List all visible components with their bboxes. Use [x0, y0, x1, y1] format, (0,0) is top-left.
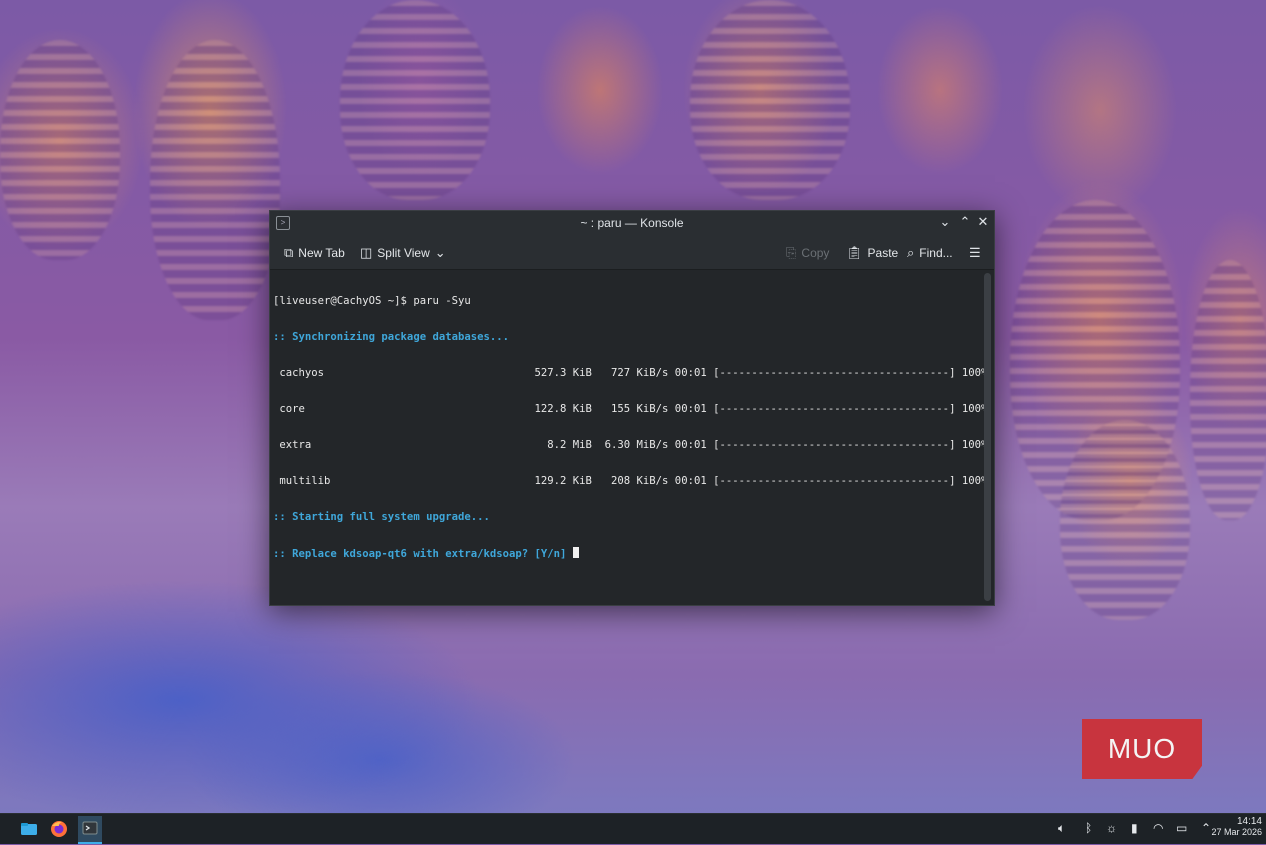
battery-icon[interactable]: ▭ [1176, 821, 1187, 835]
app-launcher-button[interactable] [0, 820, 6, 838]
terminal-replace-text: :: Replace kdsoap-qt6 with extra/kdsoap?… [273, 548, 573, 560]
copy-label: Copy [801, 246, 830, 260]
wallpaper-shape [0, 40, 120, 260]
close-button[interactable]: ✕ [974, 214, 992, 230]
split-view-icon: ◫ [360, 245, 373, 260]
maximize-button[interactable]: ⌃ [956, 214, 974, 230]
paste-label: Paste [867, 246, 899, 260]
terminal-repo-line: multilib 129.2 KiB 208 KiB/s 00:01 [----… [273, 475, 988, 487]
brightness-icon[interactable]: ☼ [1106, 821, 1117, 835]
terminal-repo-line: core 122.8 KiB 155 KiB/s 00:01 [--------… [273, 403, 988, 415]
taskbar: 🔈︎ ᛒ ☼ ▮ ◠ ▭ ⌃ 14:14 27 Mar 2026 [0, 813, 1266, 844]
konsole-window[interactable]: > ~ : paru — Konsole ⌄ ⌃ ✕ ⧉ New Tab ◫ S… [269, 210, 995, 606]
new-tab-icon: ⧉ [284, 245, 294, 260]
split-view-label: Split View [377, 246, 430, 260]
wallpaper-shape [690, 0, 850, 200]
find-button[interactable]: ⌕ Find... [907, 245, 953, 261]
tray-expand-icon[interactable]: ⌃ [1201, 821, 1211, 835]
clock-date: 27 Mar 2026 [1211, 827, 1262, 837]
folder-icon [21, 823, 37, 835]
wallpaper-shape [1190, 260, 1266, 520]
copy-button[interactable]: ⎘ Copy [786, 245, 829, 261]
window-titlebar[interactable]: > ~ : paru — Konsole ⌄ ⌃ ✕ [270, 211, 994, 235]
new-tab-label: New Tab [298, 246, 345, 260]
firefox-button[interactable] [50, 820, 68, 838]
file-manager-button[interactable] [20, 820, 38, 838]
bluetooth-icon[interactable]: ᛒ [1085, 821, 1092, 835]
terminal-upgrade-line: :: Starting full system upgrade... [273, 511, 490, 523]
window-title: ~ : paru — Konsole [580, 216, 684, 230]
device-notifier-icon[interactable]: ▮ [1131, 821, 1138, 835]
search-icon: ⌕ [907, 245, 915, 260]
new-tab-button[interactable]: ⧉ New Tab [284, 245, 345, 261]
terminal-output[interactable]: [liveuser@CachyOS ~]$ paru -Syu :: Synch… [270, 270, 988, 605]
chevron-up-icon: ⌃ [959, 214, 971, 229]
minimize-button[interactable]: ⌄ [936, 214, 954, 230]
paste-icon: 📋︎ [846, 245, 863, 260]
konsole-toolbar: ⧉ New Tab ◫ Split View ⌄ ⎘ Copy 📋︎ Paste… [270, 235, 994, 270]
terminal-icon [82, 821, 98, 835]
muo-logo-text: MUO [1107, 733, 1177, 764]
clock[interactable]: 14:14 27 Mar 2026 [1211, 816, 1262, 838]
wallpaper-shape [150, 40, 280, 320]
firefox-icon [51, 821, 67, 837]
clock-time: 14:14 [1236, 816, 1262, 827]
find-label: Find... [919, 246, 953, 260]
wifi-icon[interactable]: ◠ [1153, 821, 1163, 835]
chevron-down-icon: ⌄ [939, 214, 951, 229]
terminal-cursor [572, 547, 579, 558]
hamburger-menu-icon: ☰ [969, 245, 981, 260]
konsole-taskbar-entry[interactable] [78, 816, 102, 844]
terminal-sync-line: :: Synchronizing package databases... [273, 331, 509, 343]
muo-logo: MUO [1082, 719, 1202, 779]
close-icon: ✕ [977, 214, 989, 229]
terminal-scrollbar[interactable] [984, 273, 991, 601]
volume-icon[interactable]: 🔈︎ [1058, 821, 1065, 836]
terminal-prompt-line: [liveuser@CachyOS ~]$ paru -Syu [273, 295, 471, 307]
hamburger-menu-button[interactable]: ☰ [969, 245, 981, 261]
wallpaper-shape [340, 0, 490, 200]
terminal-repo-line: cachyos 527.3 KiB 727 KiB/s 00:01 [-----… [273, 367, 988, 379]
split-view-button[interactable]: ◫ Split View ⌄ [360, 245, 446, 261]
paste-button[interactable]: 📋︎ Paste [846, 245, 898, 261]
chevron-down-icon: ⌄ [434, 245, 446, 260]
wallpaper-shape [1060, 420, 1190, 620]
terminal-replace-line: :: Replace kdsoap-qt6 with extra/kdsoap?… [273, 547, 975, 560]
terminal-repo-line: extra 8.2 MiB 6.30 MiB/s 00:01 [--------… [273, 439, 988, 451]
copy-icon: ⎘ [786, 245, 797, 260]
